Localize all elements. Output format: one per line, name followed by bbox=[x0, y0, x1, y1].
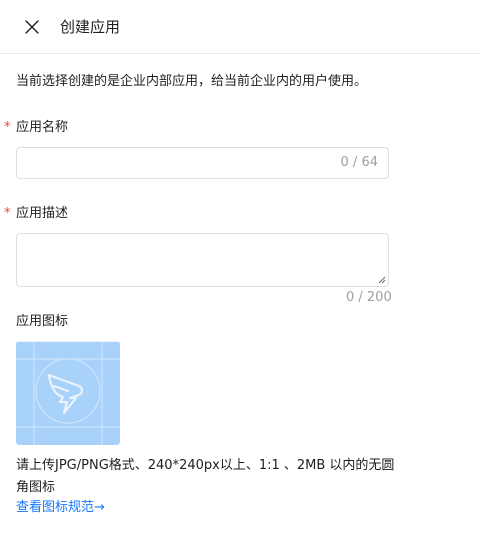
app-name-input[interactable] bbox=[27, 148, 331, 180]
intro-text: 当前选择创建的是企业内部应用，给当前企业内的用户使用。 bbox=[16, 74, 368, 89]
icon-upload-hint: 请上传JPG/PNG格式、240*240px以上、1:1 、2MB 以内的无圆角… bbox=[16, 458, 395, 495]
dialog-header: 创建应用 bbox=[0, 0, 480, 54]
arrow-right-icon: → bbox=[94, 500, 105, 515]
app-name-counter: 0 / 64 bbox=[340, 155, 378, 170]
required-mark: * bbox=[4, 120, 11, 135]
app-name-field[interactable]: 0 / 64 bbox=[16, 147, 389, 180]
dingtalk-logo-icon bbox=[16, 341, 120, 445]
app-icon-upload[interactable] bbox=[16, 341, 120, 445]
required-mark: * bbox=[4, 206, 11, 221]
resize-handle-icon[interactable] bbox=[378, 276, 386, 284]
app-description-label: 应用描述 bbox=[16, 206, 69, 221]
app-description-textarea[interactable] bbox=[25, 240, 369, 284]
dialog-title: 创建应用 bbox=[60, 18, 121, 36]
app-icon-label: 应用图标 bbox=[16, 314, 69, 329]
icon-guidelines-link[interactable]: 查看图标规范→ bbox=[16, 498, 105, 518]
app-description-counter: 0 / 200 bbox=[346, 290, 392, 305]
close-icon[interactable] bbox=[22, 17, 42, 37]
close-button[interactable] bbox=[22, 17, 42, 37]
app-description-field[interactable] bbox=[16, 233, 389, 287]
app-name-label: 应用名称 bbox=[16, 120, 69, 135]
icon-guidelines-link-text[interactable]: 查看图标规范 bbox=[16, 500, 94, 515]
